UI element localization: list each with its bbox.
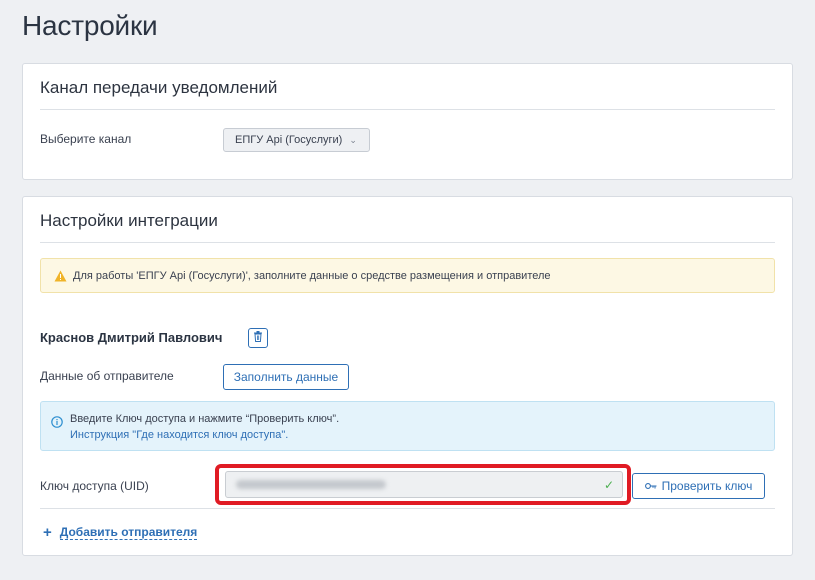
fill-data-button[interactable]: Заполнить данные [223,364,349,390]
instruction-link[interactable]: Инструкция "Где находится ключ доступа". [70,429,288,441]
channel-select-label: Выберите канал [40,132,132,146]
check-key-button[interactable]: Проверить ключ [632,473,765,499]
info-icon [51,416,63,431]
warning-icon [53,269,67,283]
page-title: Настройки [22,10,158,41]
check-icon: ✓ [603,478,614,492]
channel-select[interactable]: ЕПГУ Api (Госуслуги) ⌄ [223,128,370,152]
notification-channel-card: Канал передачи уведомлений Выберите кана… [22,63,793,180]
info-text: Введите Ключ доступа и нажмите “Проверит… [70,413,340,425]
integration-card-title: Настройки интеграции [40,211,218,230]
check-key-label: Проверить ключ [661,479,753,493]
trash-icon [253,329,263,347]
warning-alert: Для работы 'ЕПГУ Api (Госуслуги)', запол… [40,258,775,293]
chevron-down-icon: ⌄ [349,134,357,145]
sender-name: Краснов Дмитрий Павлович [40,330,223,345]
sender-data-label: Данные об отправителе [40,369,174,383]
uid-value-redacted [236,480,386,489]
key-icon [644,482,657,490]
channel-select-value: ЕПГУ Api (Госуслуги) [235,134,343,146]
divider [40,109,775,110]
info-alert: Введите Ключ доступа и нажмите “Проверит… [40,401,775,451]
divider [40,508,775,509]
warning-text: Для работы 'ЕПГУ Api (Госуслуги)', запол… [73,269,551,282]
uid-input[interactable]: ✓ [225,471,623,498]
add-sender-label: Добавить отправителя [59,525,198,540]
uid-label: Ключ доступа (UID) [40,479,149,493]
integration-settings-card: Настройки интеграции Для работы 'ЕПГУ Ap… [22,196,793,556]
delete-sender-button[interactable] [248,328,268,348]
channel-card-title: Канал передачи уведомлений [40,78,278,97]
add-sender-link[interactable]: + Добавить отправителя [43,524,198,541]
plus-icon: + [43,524,52,541]
divider [40,242,775,243]
